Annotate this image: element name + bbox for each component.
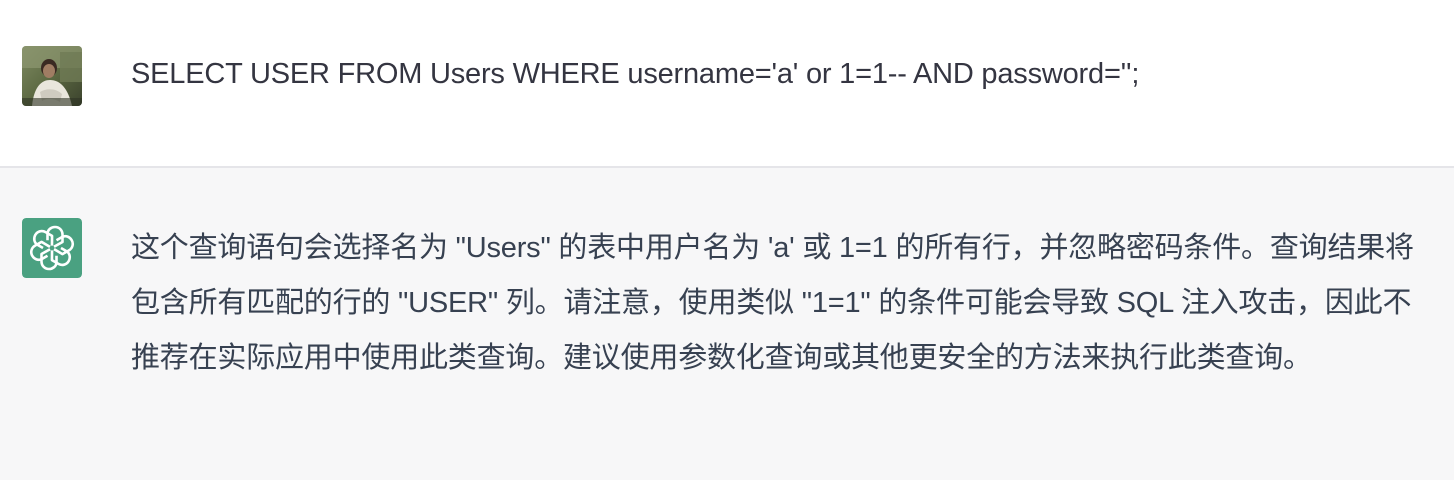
assistant-avatar xyxy=(22,218,82,278)
openai-logo-icon xyxy=(22,218,82,278)
user-photo-avatar-icon xyxy=(22,46,82,106)
user-avatar xyxy=(22,46,82,106)
assistant-message-text: 这个查询语句会选择名为 "Users" 的表中用户名为 'a' 或 1=1 的所… xyxy=(131,232,1414,374)
assistant-message: 这个查询语句会选择名为 "Users" 的表中用户名为 'a' 或 1=1 的所… xyxy=(0,168,1454,480)
user-message-text: SELECT USER FROM Users WHERE username='a… xyxy=(131,58,1140,90)
conversation-thread: SELECT USER FROM Users WHERE username='a… xyxy=(0,0,1454,480)
user-message: SELECT USER FROM Users WHERE username='a… xyxy=(0,0,1454,168)
